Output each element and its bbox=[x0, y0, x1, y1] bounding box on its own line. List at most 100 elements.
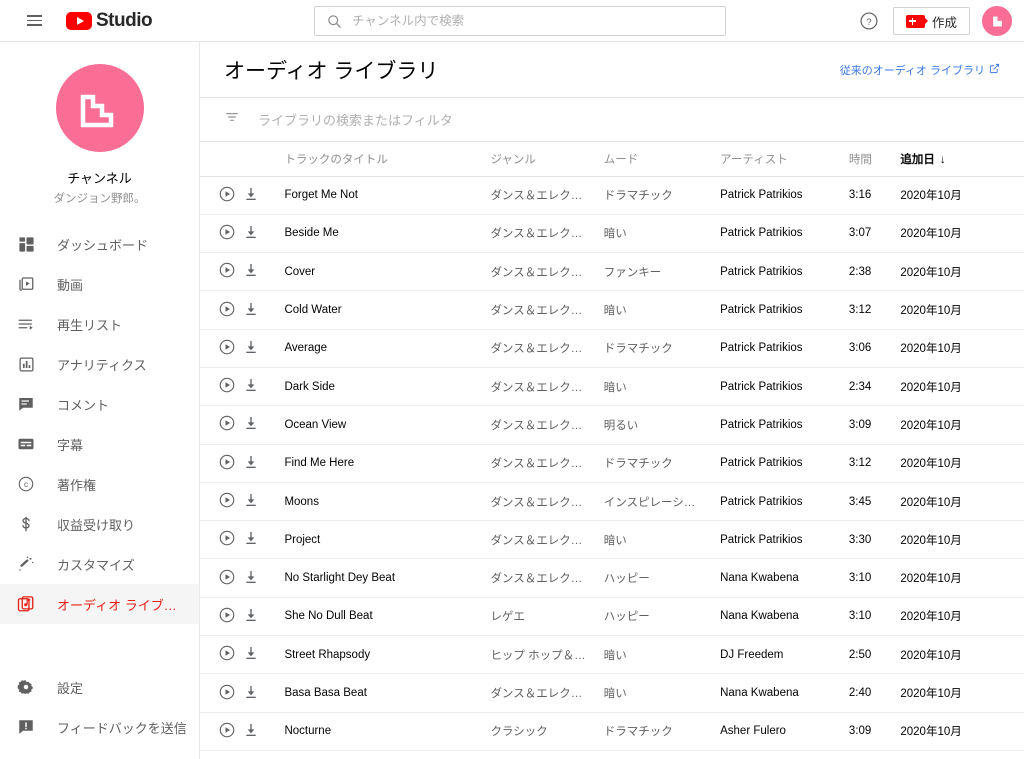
download-icon[interactable] bbox=[243, 377, 259, 393]
sidebar-item-comments[interactable]: コメント bbox=[0, 384, 199, 424]
play-circle-icon[interactable] bbox=[218, 529, 236, 547]
hamburger-menu-icon[interactable] bbox=[14, 1, 54, 41]
table-row[interactable]: Cold Water ダンス＆エレク… 暗い Patrick Patrikios 3:1… bbox=[200, 290, 1024, 330]
download-icon[interactable] bbox=[243, 224, 259, 240]
download-icon[interactable] bbox=[243, 530, 259, 546]
column-mood[interactable]: ムード bbox=[603, 142, 721, 177]
track-title[interactable]: Find Me Here bbox=[284, 444, 491, 483]
play-circle-icon[interactable] bbox=[218, 721, 236, 739]
download-button-cell[interactable] bbox=[243, 329, 285, 368]
create-button[interactable]: 作成 bbox=[892, 7, 970, 35]
table-row[interactable]: Dark Side ダンス＆エレク… 暗い Patrick Patrikios 2:34… bbox=[200, 367, 1024, 407]
play-button-cell[interactable] bbox=[200, 712, 244, 751]
table-row[interactable]: Nocturne クラシック ドラマチック Asher Fulero 3:09 2020年… bbox=[200, 712, 1024, 751]
download-button-cell[interactable] bbox=[243, 405, 285, 445]
download-button-cell[interactable] bbox=[243, 597, 285, 637]
track-title[interactable]: Cold Water bbox=[284, 290, 491, 330]
play-button-cell[interactable] bbox=[200, 252, 244, 292]
download-icon[interactable] bbox=[243, 262, 259, 278]
play-button-cell[interactable] bbox=[200, 673, 244, 713]
download-icon[interactable] bbox=[243, 339, 259, 355]
play-button-cell[interactable] bbox=[200, 444, 244, 483]
download-icon[interactable] bbox=[243, 454, 259, 470]
sidebar-item-subtitles[interactable]: 字幕 bbox=[0, 424, 199, 464]
download-icon[interactable] bbox=[243, 415, 259, 431]
sidebar-item-playlists[interactable]: 再生リスト bbox=[0, 304, 199, 344]
table-row[interactable]: Forget Me Not ダンス＆エレク… ドラマチック Patrick Patri… bbox=[200, 176, 1024, 215]
play-circle-icon[interactable] bbox=[218, 338, 236, 356]
table-row[interactable]: Basa Basa Beat ダンス＆エレク… 暗い Nana Kwabena 2:40… bbox=[200, 673, 1024, 713]
column-artist[interactable]: アーティスト bbox=[720, 142, 849, 177]
channel-header[interactable]: チャンネル ダンジョン野郎。 bbox=[0, 42, 199, 224]
table-row[interactable]: Ocean View ダンス＆エレク… 明るい Patrick Patrikios 3:… bbox=[200, 405, 1024, 445]
library-filter-bar[interactable]: ライブラリの検索またはフィルタ bbox=[200, 98, 1024, 142]
download-icon[interactable] bbox=[243, 569, 259, 585]
filter-placeholder[interactable]: ライブラリの検索またはフィルタ bbox=[258, 110, 453, 129]
play-circle-icon[interactable] bbox=[218, 223, 236, 241]
column-date-added[interactable]: 追加日 ↓ bbox=[900, 142, 1024, 177]
play-circle-icon[interactable] bbox=[218, 453, 236, 471]
sidebar-item-settings[interactable]: 設定 bbox=[0, 667, 199, 707]
sidebar-item-analytics[interactable]: アナリティクス bbox=[0, 344, 199, 384]
table-row[interactable]: Average ダンス＆エレク… ドラマチック Patrick Patrikios 3:… bbox=[200, 329, 1024, 368]
table-row[interactable]: Cover ダンス＆エレク… ファンキー Patrick Patrikios 2:38 2… bbox=[200, 252, 1024, 292]
sidebar-item-dashboard[interactable]: ダッシュボード bbox=[0, 224, 199, 264]
download-button-cell[interactable] bbox=[243, 444, 285, 483]
download-button-cell[interactable] bbox=[243, 635, 285, 675]
download-icon[interactable] bbox=[243, 607, 259, 623]
channel-avatar[interactable] bbox=[55, 64, 144, 152]
track-title[interactable]: Forget Me Not bbox=[284, 176, 491, 215]
sidebar-item-copyright[interactable]: c 著作権 bbox=[0, 464, 199, 504]
track-title[interactable]: Nocturne bbox=[284, 712, 491, 751]
track-title[interactable]: No Starlight Dey Beat bbox=[284, 558, 491, 598]
play-circle-icon[interactable] bbox=[218, 300, 236, 318]
download-button-cell[interactable] bbox=[243, 482, 285, 522]
play-circle-icon[interactable] bbox=[218, 261, 236, 279]
play-circle-icon[interactable] bbox=[218, 491, 236, 509]
track-title[interactable]: Project bbox=[284, 520, 491, 560]
table-row[interactable]: Beside Me ダンス＆エレク… 暗い Patrick Patrikios 3:07… bbox=[200, 214, 1024, 254]
search-input[interactable] bbox=[352, 14, 692, 28]
track-title[interactable]: Average bbox=[284, 329, 491, 368]
download-icon[interactable] bbox=[243, 301, 259, 317]
download-button-cell[interactable] bbox=[243, 673, 285, 713]
sidebar-item-feedback[interactable]: フィードバックを送信 bbox=[0, 707, 199, 747]
sidebar-item-monetization[interactable]: 収益受け取り bbox=[0, 504, 199, 544]
table-row[interactable]: Find Me Here ダンス＆エレク… ドラマチック Patrick Patrik… bbox=[200, 444, 1024, 483]
play-circle-icon[interactable] bbox=[218, 376, 236, 394]
column-duration[interactable]: 時間 bbox=[848, 142, 901, 177]
sidebar-item-customization[interactable]: カスタマイズ bbox=[0, 544, 199, 584]
table-row[interactable]: Project ダンス＆エレク… 暗い Patrick Patrikios 3:30 20… bbox=[200, 520, 1024, 560]
play-button-cell[interactable] bbox=[200, 290, 244, 330]
download-button-cell[interactable] bbox=[243, 712, 285, 751]
play-circle-icon[interactable] bbox=[218, 414, 236, 432]
play-button-cell[interactable] bbox=[200, 214, 244, 254]
sidebar-item-audio-library[interactable]: オーディオ ライブ… bbox=[0, 584, 199, 624]
table-row[interactable]: No Starlight Dey Beat ダンス＆エレク… ハッピー Nana Kw… bbox=[200, 558, 1024, 598]
play-button-cell[interactable] bbox=[200, 520, 244, 560]
play-button-cell[interactable] bbox=[200, 329, 244, 368]
sidebar-item-videos[interactable]: 動画 bbox=[0, 264, 199, 304]
download-button-cell[interactable] bbox=[243, 520, 285, 560]
play-button-cell[interactable] bbox=[200, 597, 244, 637]
download-icon[interactable] bbox=[243, 684, 259, 700]
download-button-cell[interactable] bbox=[243, 367, 285, 407]
column-track-title[interactable]: トラックのタイトル bbox=[284, 142, 491, 177]
help-icon[interactable]: ? bbox=[857, 9, 881, 33]
download-button-cell[interactable] bbox=[243, 558, 285, 598]
column-genre[interactable]: ジャンル bbox=[490, 142, 604, 177]
avatar[interactable] bbox=[982, 6, 1012, 36]
download-button-cell[interactable] bbox=[243, 252, 285, 292]
play-button-cell[interactable] bbox=[200, 405, 244, 445]
play-button-cell[interactable] bbox=[200, 558, 244, 598]
play-circle-icon[interactable] bbox=[218, 606, 236, 624]
track-title[interactable]: Ocean View bbox=[284, 405, 491, 445]
track-title[interactable]: Street Rhapsody bbox=[284, 635, 491, 675]
search-box[interactable] bbox=[314, 6, 726, 36]
track-title[interactable]: Cover bbox=[284, 252, 491, 292]
track-title[interactable]: Beside Me bbox=[284, 214, 491, 254]
download-icon[interactable] bbox=[243, 186, 259, 202]
track-title[interactable]: She No Dull Beat bbox=[284, 597, 491, 637]
download-icon[interactable] bbox=[243, 722, 259, 738]
track-title[interactable]: Basa Basa Beat bbox=[284, 673, 491, 713]
